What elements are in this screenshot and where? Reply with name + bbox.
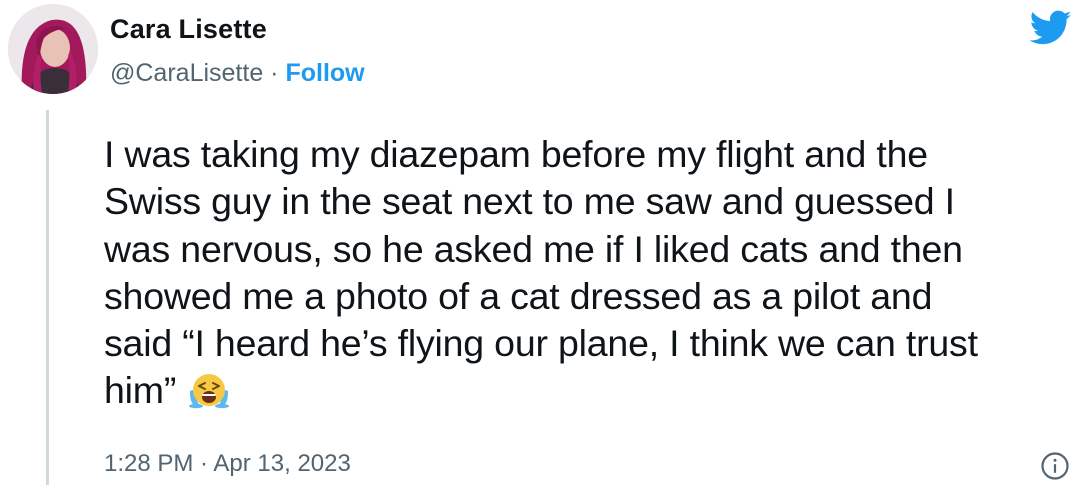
tweet-line: him” bbox=[104, 369, 177, 412]
tweet-line: was nervous, so he asked me if I liked c… bbox=[104, 227, 963, 270]
display-name[interactable]: Cara Lisette bbox=[110, 14, 267, 45]
tweet-text: I was taking my diazepam before my fligh… bbox=[104, 131, 1074, 415]
tweet-time: 1:28 PM bbox=[104, 450, 194, 477]
tweet-line: Swiss guy in the seat next to me saw and… bbox=[104, 180, 955, 223]
info-icon[interactable] bbox=[1040, 451, 1070, 481]
loudly-crying-face-icon bbox=[189, 374, 230, 409]
avatar-image bbox=[8, 4, 98, 94]
twitter-bird-icon[interactable] bbox=[1030, 10, 1072, 46]
tweet-line: showed me a photo of a cat dressed as a … bbox=[104, 274, 933, 317]
avatar[interactable] bbox=[8, 4, 98, 94]
user-handle[interactable]: @CaraLisette bbox=[110, 59, 263, 87]
tweet-card: Cara Lisette @CaraLisette · Follow I was… bbox=[0, 0, 1080, 485]
thread-line bbox=[46, 110, 49, 485]
tweet-line: I was taking my diazepam before my fligh… bbox=[104, 133, 928, 175]
handle-row: @CaraLisette · Follow bbox=[110, 59, 365, 88]
time-separator: · bbox=[193, 450, 214, 477]
tweet-last-line: him” bbox=[104, 367, 1074, 414]
handle-separator: · bbox=[263, 59, 286, 87]
follow-button[interactable]: Follow bbox=[285, 59, 364, 87]
tweet-line: said “I heard he’s flying our plane, I t… bbox=[104, 322, 978, 365]
tweet-date: Apr 13, 2023 bbox=[213, 450, 351, 477]
timestamp[interactable]: 1:28 PM · Apr 13, 2023 bbox=[104, 450, 351, 478]
